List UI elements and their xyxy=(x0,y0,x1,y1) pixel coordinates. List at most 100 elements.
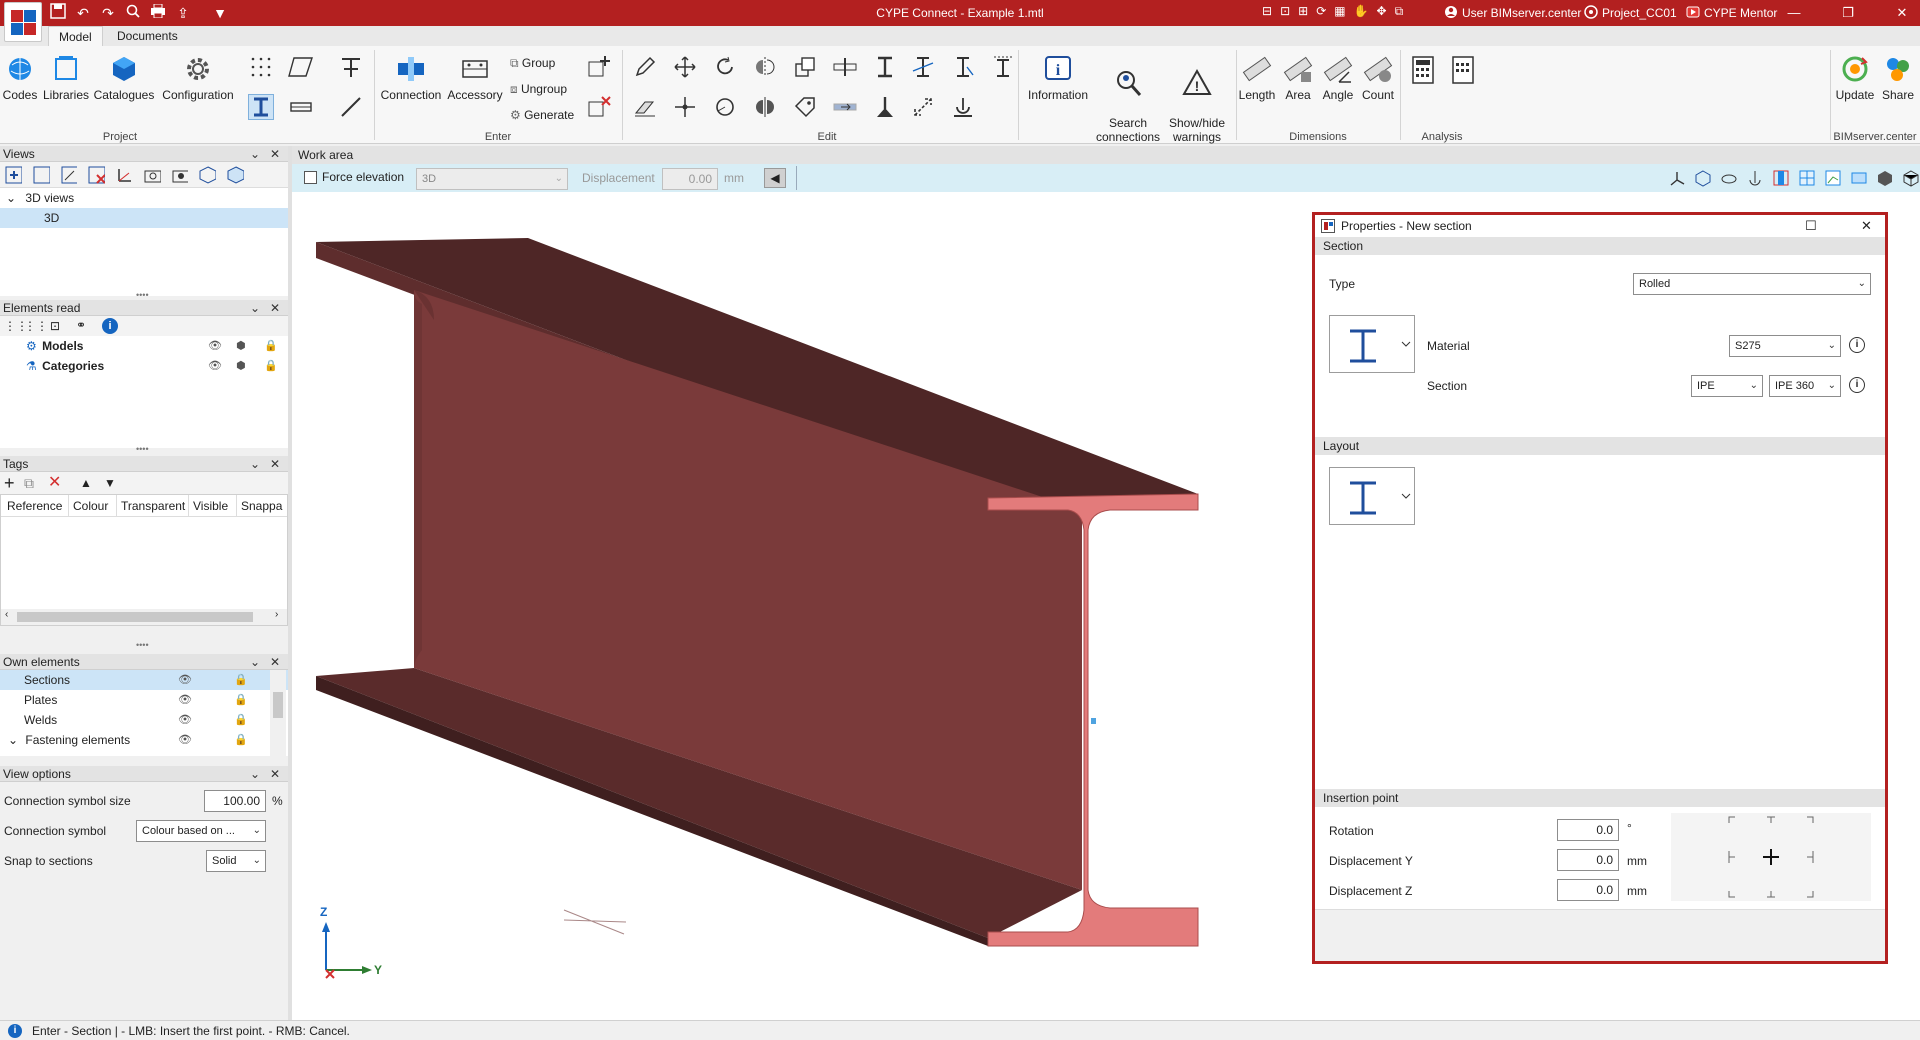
own-elements-item-welds[interactable]: Welds 👁 🔒 xyxy=(0,710,288,730)
eye-icon[interactable]: 👁 xyxy=(178,690,192,710)
axes-icon[interactable] xyxy=(1668,169,1686,187)
rotate-icon[interactable] xyxy=(712,54,738,80)
column-header[interactable]: Transparent xyxy=(117,495,189,516)
eye-icon[interactable]: 👁 xyxy=(208,336,222,356)
user-icon[interactable] xyxy=(1444,0,1458,26)
view-cube-settings-icon[interactable] xyxy=(226,165,245,185)
eye-icon[interactable]: 👁 xyxy=(178,670,192,690)
delete-element-icon[interactable] xyxy=(586,94,612,120)
join-icon[interactable] xyxy=(832,94,858,120)
layout-selector[interactable] xyxy=(1329,467,1415,525)
mentor-icon[interactable] xyxy=(1686,0,1700,26)
chart-view-icon[interactable] xyxy=(1824,169,1842,187)
collapse-icon[interactable]: ⌄ xyxy=(250,766,260,782)
close-icon[interactable]: ✕ xyxy=(270,146,280,162)
own-elements-item-sections[interactable]: Sections 👁 🔒 xyxy=(0,670,288,690)
add-tag-icon[interactable]: + xyxy=(4,472,15,494)
orbit-icon[interactable]: ✥ xyxy=(1377,4,1387,19)
view-tool-icon[interactable]: ▦ xyxy=(1334,4,1345,19)
lock-icon[interactable]: 🔒 xyxy=(234,730,248,750)
type-select[interactable]: Rolled ⌄ xyxy=(1633,273,1871,295)
close-icon[interactable]: ✕ xyxy=(270,766,280,782)
beam-icon[interactable] xyxy=(288,94,314,120)
pan-icon[interactable]: ✋ xyxy=(1354,4,1369,19)
eraser-icon[interactable] xyxy=(632,94,658,120)
section-info-icon[interactable]: i xyxy=(1849,377,1865,393)
displacement-y-input[interactable]: 0.0 xyxy=(1557,849,1619,871)
plan-view-icon[interactable] xyxy=(1850,169,1868,187)
own-elements-item-fastening[interactable]: ⌄ Fastening elements 👁 🔒 xyxy=(0,730,288,750)
cube-icon[interactable]: ⬢ xyxy=(236,336,246,356)
splitter-grip[interactable]: •••• xyxy=(136,444,149,454)
codes-button[interactable]: Codes xyxy=(0,52,40,102)
tag-icon[interactable] xyxy=(792,94,818,120)
delete-tag-icon[interactable]: ✕ xyxy=(48,472,61,494)
length-button[interactable]: Length xyxy=(1236,52,1278,102)
column-header[interactable]: Colour xyxy=(69,495,117,516)
search-connections-button[interactable]: Search connections xyxy=(1096,52,1160,144)
splitter-grip[interactable]: •••• xyxy=(136,640,149,650)
lock-icon[interactable]: 🔒 xyxy=(234,710,248,730)
elements-read-item-models[interactable]: ⚙ Models 👁 ⬢ 🔒 xyxy=(0,336,288,356)
move-icon[interactable] xyxy=(672,54,698,80)
project-icon[interactable] xyxy=(1584,0,1598,26)
section-series-select[interactable]: IPE ⌄ xyxy=(1691,375,1763,397)
copy-icon[interactable] xyxy=(792,54,818,80)
collapse-icon[interactable]: ⌄ xyxy=(250,456,260,472)
ungroup-button[interactable]: ⧈ Ungroup xyxy=(510,82,567,97)
lock-icon[interactable]: 🔒 xyxy=(234,690,248,710)
own-elements-item-plates[interactable]: Plates 👁 🔒 xyxy=(0,690,288,710)
wire-view-icon[interactable] xyxy=(1902,169,1920,187)
scroll-thumb[interactable] xyxy=(17,612,253,622)
eye-icon[interactable]: 👁 xyxy=(178,710,192,730)
camera-settings-icon[interactable] xyxy=(171,165,189,185)
link-icon[interactable]: ⚭ xyxy=(76,318,86,332)
count-button[interactable]: Count xyxy=(1358,52,1398,102)
expand-chevron-icon[interactable]: ⌄ xyxy=(8,733,18,747)
delete-view-icon[interactable] xyxy=(87,165,106,185)
eye-icon[interactable]: 👁 xyxy=(208,356,222,376)
tree-node-3d-views[interactable]: ⌄ 3D views xyxy=(0,188,288,208)
pencil-icon[interactable] xyxy=(632,54,658,80)
accessory-button[interactable]: Accessory xyxy=(446,52,504,102)
tree-node-3d[interactable]: 3D xyxy=(0,208,288,228)
generate-button[interactable]: ⚙ Generate xyxy=(510,108,574,122)
copy-view-icon[interactable] xyxy=(32,165,50,185)
material-select[interactable]: S275 ⌄ xyxy=(1729,335,1841,357)
user-label[interactable]: User BIMserver.center xyxy=(1462,0,1581,26)
lock-icon[interactable]: 🔒 xyxy=(264,336,278,356)
close-window-button[interactable]: ✕ xyxy=(1884,0,1920,26)
info-icon[interactable]: i xyxy=(102,318,118,334)
cube-icon[interactable] xyxy=(1694,169,1712,187)
move-up-icon[interactable]: ▲ xyxy=(80,472,92,494)
splitter-grip[interactable]: •••• xyxy=(136,290,149,300)
cut-section-icon[interactable] xyxy=(950,54,976,80)
connection-button[interactable]: Connection xyxy=(378,52,444,102)
view-tool-icon[interactable]: ⊡ xyxy=(1280,4,1290,19)
displacement-z-input[interactable]: 0.0 xyxy=(1557,879,1619,901)
lock-icon[interactable]: 🔒 xyxy=(264,356,278,376)
view-tool-icon[interactable]: ⧉ xyxy=(1395,4,1404,19)
group-button[interactable]: ⧉ Group xyxy=(510,56,555,71)
view-select[interactable]: 3D ⌄ xyxy=(416,168,568,190)
scroll-thumb[interactable] xyxy=(273,692,283,718)
lock-icon[interactable]: 🔒 xyxy=(234,670,248,690)
collapse-icon[interactable]: ⌄ xyxy=(250,300,260,316)
collapse-icon[interactable]: ⌄ xyxy=(250,146,260,162)
collapse-icon[interactable]: ⌄ xyxy=(250,654,260,670)
cube-icon[interactable]: ⬢ xyxy=(236,356,246,376)
orient-icon[interactable] xyxy=(910,94,936,120)
rotation-input[interactable]: 0.0 xyxy=(1557,819,1619,841)
close-icon[interactable]: ✕ xyxy=(270,300,280,316)
information-button[interactable]: i Information xyxy=(1022,52,1094,102)
section-view-icon[interactable] xyxy=(1772,169,1790,187)
camera-icon[interactable] xyxy=(143,165,161,185)
horizontal-scrollbar[interactable]: ‹ › xyxy=(1,609,287,625)
section-profile-selector[interactable] xyxy=(1329,315,1415,373)
close-dialog-icon[interactable]: ✕ xyxy=(1861,215,1872,237)
snap-select[interactable]: Solid ⌄ xyxy=(206,850,266,872)
connection-symbol-size-input[interactable]: 100.00 xyxy=(204,790,266,812)
column-header[interactable]: Reference xyxy=(1,495,69,516)
force-elevation-checkbox[interactable] xyxy=(304,171,317,184)
add-element-icon[interactable] xyxy=(586,54,612,80)
